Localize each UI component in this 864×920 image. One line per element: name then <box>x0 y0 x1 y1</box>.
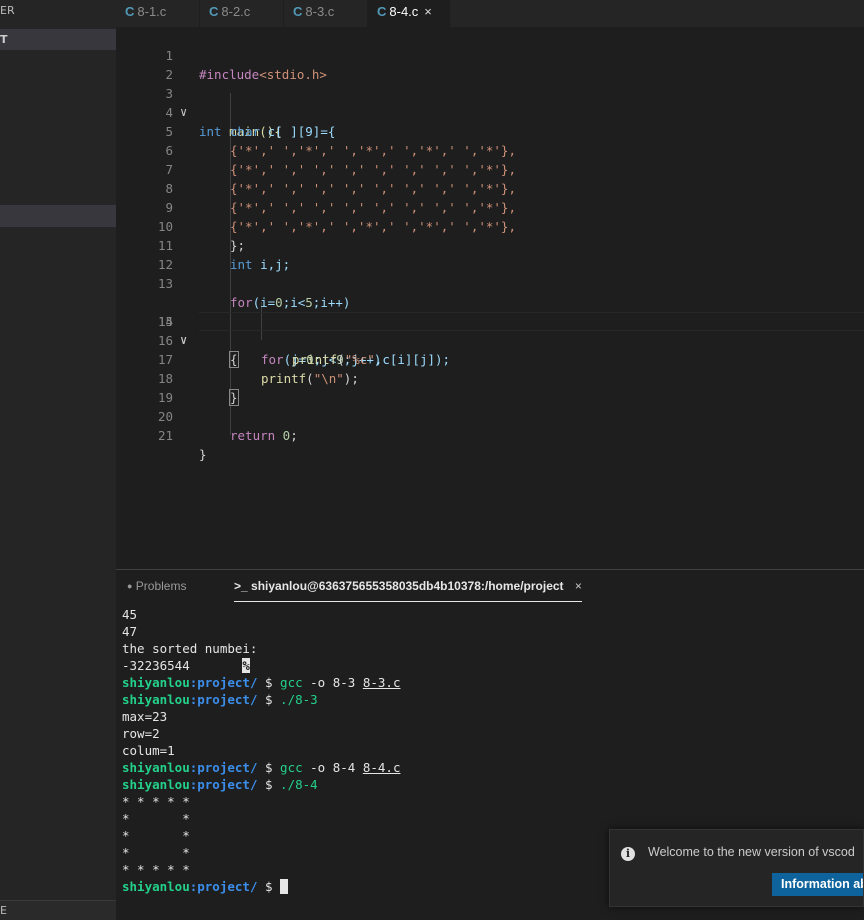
panel-tabs: ● Problems >_ shiyanlou@636375655358035d… <box>116 570 864 602</box>
code-line-8: 8 {'*',' ',' ',' ',' ',' ',' ',' ','*'}, <box>165 181 516 215</box>
terminal-cursor <box>280 879 289 894</box>
explorer-sidebar: ER T E <box>0 0 116 920</box>
tab-8-1[interactable]: C 8-1.c <box>116 0 200 27</box>
tab-label: 8-4.c <box>389 4 419 19</box>
problems-label: Problems <box>135 579 187 593</box>
code-line-7: 7 {'*',' ',' ',' ',' ',' ',' ',' ','*'}, <box>165 162 516 196</box>
code-line-12: 12 <box>157 257 173 272</box>
explorer-section-header[interactable]: T <box>0 29 116 50</box>
notification-message: Welcome to the new version of vscod <box>648 845 855 859</box>
code-line-10: 10 }; <box>157 219 246 253</box>
terminal-line: row=2 <box>122 726 160 741</box>
c-file-icon: C <box>377 4 387 19</box>
c-file-icon: C <box>125 4 135 19</box>
code-line-14: 14 ∨ { <box>116 274 864 368</box>
code-line-21: 21 } <box>157 428 207 462</box>
code-line-16: 16 printf("%c",c[i][j]); <box>157 333 451 367</box>
terminal-line: the sorted numbei: <box>122 641 258 656</box>
information-button[interactable]: Information ab <box>772 873 863 896</box>
code-line-19: 19 <box>157 390 173 405</box>
code-line-18: 18 } <box>157 371 239 406</box>
tab-label: 8-3.c <box>305 4 335 19</box>
terminal-prompt-line: shiyanlou:project/ $ gcc -o 8-3 8-3.c <box>122 675 401 690</box>
explorer-title: ER <box>0 4 15 17</box>
tab-8-3[interactable]: C 8-3.c <box>284 0 368 27</box>
terminal-line: -32236544 % <box>122 658 250 673</box>
code-line-5: 5 {'*',' ','*',' ','*',' ','*',' ','*'}, <box>165 124 516 158</box>
terminal-line: max=23 <box>122 709 168 724</box>
close-icon[interactable]: × <box>424 4 432 19</box>
code-line-2: 2 <box>165 67 173 82</box>
editor-tab-bar: C 8-1.c C 8-2.c C 8-3.c C 8-4.c × <box>116 0 864 27</box>
terminal-line: 45 <box>122 607 138 622</box>
terminal-tab-label: >_ shiyanlou@636375655358035db4b10378:/h… <box>234 579 564 593</box>
code-line-9: 9 {'*',' ','*',' ','*',' ','*',' ','*'}, <box>165 200 516 234</box>
code-line-11: 11 int i,j; <box>157 238 291 272</box>
terminal-line: * * * * * <box>122 794 190 809</box>
explorer-bottom-section[interactable]: E <box>0 900 116 920</box>
c-file-icon: C <box>293 4 303 19</box>
code-line-3: 3 ∨ int main(){ <box>165 86 282 139</box>
code-line-17: 17 printf("\n"); <box>157 352 359 386</box>
terminal-prompt-line: shiyanlou:project/ $ ./8-3 <box>122 692 318 707</box>
terminal-line: 47 <box>122 624 138 639</box>
tab-problems[interactable]: ● Problems <box>127 570 186 602</box>
notification-toast: i Welcome to the new version of vscod In… <box>609 829 864 907</box>
close-icon[interactable]: × <box>575 579 582 593</box>
tab-label: 8-2.c <box>221 4 251 19</box>
tab-terminal[interactable]: >_ shiyanlou@636375655358035db4b10378:/h… <box>234 570 582 602</box>
tab-8-4[interactable]: C 8-4.c × <box>368 0 450 27</box>
code-line-4: 4 char c[ ][9]={ <box>165 105 336 139</box>
terminal-line: * * <box>122 811 190 826</box>
code-line-13: 13 for(i=0;i<5;i++) <box>157 276 351 310</box>
terminal-prompt-line: shiyanlou:project/ $ ./8-4 <box>122 777 318 792</box>
c-file-icon: C <box>209 4 219 19</box>
terminal-prompt-line: shiyanlou:project/ $ gcc -o 8-4 8-4.c <box>122 760 401 775</box>
explorer-selected-item[interactable] <box>0 205 116 227</box>
code-line-1: 1 #include<stdio.h> <box>165 48 327 82</box>
problems-icon: ● <box>127 581 133 591</box>
code-line-6: 6 {'*',' ',' ',' ',' ',' ',' ',' ','*'}, <box>165 143 516 177</box>
code-line-20: 20 return 0; <box>157 409 298 443</box>
no-newline-marker: % <box>242 658 250 673</box>
tab-label: 8-1.c <box>137 4 167 19</box>
info-icon: i <box>621 847 635 861</box>
terminal-line: colum=1 <box>122 743 175 758</box>
code-line-15: 15 ∨ for(j=0;j<9;j++) <box>157 314 382 367</box>
tab-8-2[interactable]: C 8-2.c <box>200 0 284 27</box>
code-editor[interactable]: 1 #include<stdio.h> 2 3 ∨ int main(){ 4 … <box>116 27 864 569</box>
